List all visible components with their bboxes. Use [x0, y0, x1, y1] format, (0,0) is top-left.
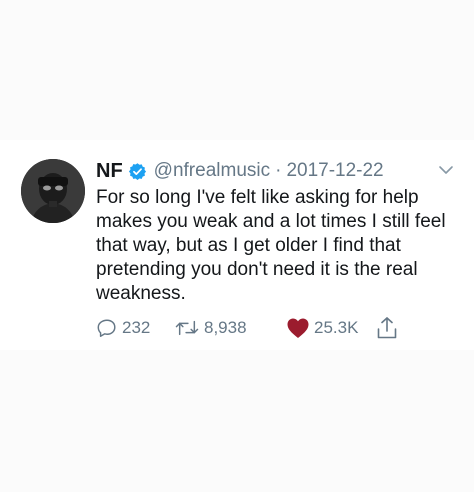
tweet-text-line: For so long I've felt like asking for he… [96, 187, 419, 208]
retweet-count: 8,938 [204, 318, 247, 337]
page: NF @nfrealmusic · 2017-12-22 For so long… [0, 0, 474, 492]
tweet-date[interactable]: 2017-12-22 [286, 160, 383, 182]
tweet-text-line: that way, but as I get older I find that [96, 235, 401, 256]
separator-dot: · [275, 160, 282, 181]
like-button[interactable]: 25.3K [286, 316, 358, 340]
tweet-text-line: pretending you don't need it is the real [96, 259, 418, 280]
tweet-actions: 232 8,938 25.3K [96, 316, 456, 340]
tweet-header: NF @nfrealmusic · 2017-12-22 [96, 158, 384, 184]
reply-count: 232 [122, 318, 151, 337]
user-handle[interactable]: @nfrealmusic [154, 160, 270, 182]
tweet-text-line: makes you weak and a lot times I still f… [96, 211, 446, 232]
share-button[interactable] [376, 316, 402, 340]
display-name[interactable]: NF [96, 160, 123, 183]
tweet-text: For so long I've felt like asking for he… [96, 186, 456, 306]
retweet-icon [175, 320, 199, 336]
tweet-text-line: weakness. [96, 283, 186, 304]
verified-badge-icon [128, 162, 147, 181]
like-count: 25.3K [314, 318, 359, 337]
share-icon [377, 317, 397, 339]
avatar[interactable] [21, 159, 85, 223]
heart-icon [287, 318, 309, 338]
chevron-down-icon[interactable] [438, 163, 454, 175]
reply-button[interactable]: 232 [96, 316, 150, 340]
reply-icon [97, 319, 116, 337]
retweet-button[interactable]: 8,938 [174, 316, 247, 340]
tweet-card: NF @nfrealmusic · 2017-12-22 For so long… [0, 140, 474, 350]
